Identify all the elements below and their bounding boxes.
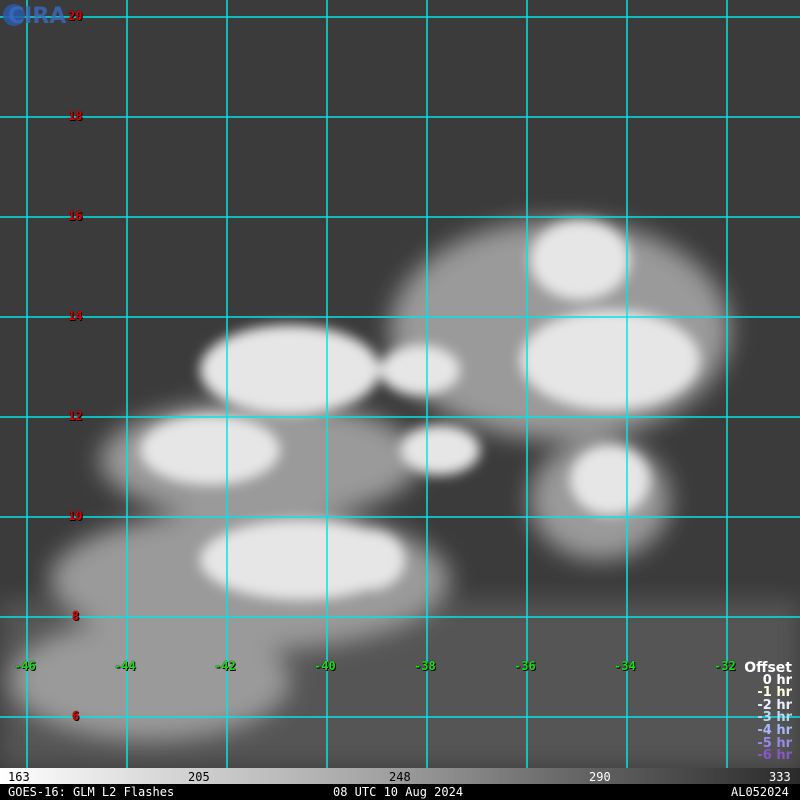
lon-label-44: -44 — [114, 659, 136, 673]
offset-legend: Offset 0 hr -1 hr -2 hr -3 hr -4 hr -5 h… — [744, 661, 792, 764]
footer-bar: GOES-16: GLM L2 Flashes 08 UTC 10 Aug 20… — [0, 784, 800, 800]
colorbar-tick-333: 333 — [769, 770, 791, 784]
lat-label-18: 18 — [68, 109, 83, 123]
lon-label-32: -32 — [714, 659, 736, 673]
colorbar-tick-248: 248 — [389, 770, 411, 784]
colorbar-tick-290: 290 — [589, 770, 611, 784]
svg-text:CIRA: CIRA — [8, 4, 66, 29]
lat-label-14: 14 — [68, 309, 83, 323]
lon-label-40: -40 — [314, 659, 336, 673]
colorbar-tick-205: 205 — [188, 770, 210, 784]
lon-label-38: -38 — [414, 659, 436, 673]
satellite-map: 20 18 16 14 12 10 8 6 -46 -44 -42 -40 -3… — [0, 0, 800, 768]
lat-lon-grid — [0, 0, 800, 768]
lat-label-8: 8 — [72, 609, 80, 623]
footer-product: GOES-16: GLM L2 Flashes — [8, 785, 175, 799]
cira-logo: CIRA — [3, 4, 66, 29]
lat-label-10: 10 — [68, 509, 83, 523]
footer-storm-id: AL052024 — [731, 785, 789, 799]
lon-label-36: -36 — [514, 659, 536, 673]
lat-label-12: 12 — [68, 409, 83, 423]
lat-label-16: 16 — [68, 209, 83, 223]
colorbar-tick-163: 163 — [8, 770, 30, 784]
lat-label-6: 6 — [72, 709, 80, 723]
lon-label-42: -42 — [214, 659, 236, 673]
footer-timestamp: 08 UTC 10 Aug 2024 — [333, 785, 464, 799]
lat-label-20: 20 — [68, 9, 83, 23]
lon-label-34: -34 — [614, 659, 636, 673]
lon-label-46: -46 — [14, 659, 36, 673]
legend-item-6: -6 hr — [757, 748, 792, 764]
